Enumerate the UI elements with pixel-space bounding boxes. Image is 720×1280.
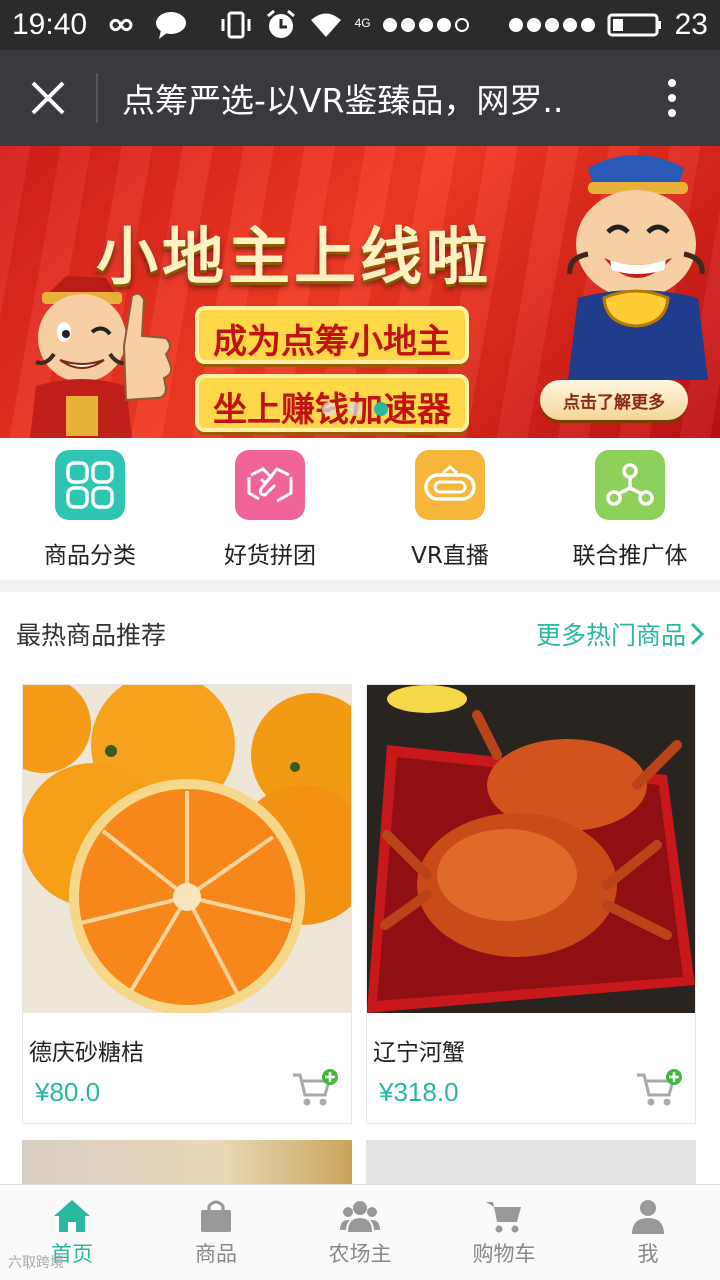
network-type: 4G: [354, 16, 371, 30]
product-price: ¥318.0: [379, 1077, 459, 1107]
add-cart-icon: [293, 1069, 338, 1106]
banner-subtitle-1: 成为点筹小地主: [195, 306, 469, 364]
banner-headline: 小地主上线啦: [96, 220, 493, 293]
chevron-right-icon: [690, 622, 704, 646]
shopping-bag-icon: [201, 1200, 231, 1232]
handshake-icon: [235, 450, 305, 520]
cart-icon: [486, 1201, 521, 1232]
add-cart-icon: [637, 1069, 682, 1106]
signal-strength-sim2: [508, 18, 595, 32]
product-card[interactable]: 辽宁河蟹 ¥318.0: [366, 684, 696, 1124]
pager-dot[interactable]: [348, 402, 362, 416]
signal-strength-sim1: [382, 18, 469, 32]
battery-icon: [607, 13, 661, 37]
wifi-icon: [310, 13, 341, 37]
nav-group-buy[interactable]: 好货拼团: [180, 438, 360, 580]
tab-products-label: 商品: [195, 1241, 237, 1266]
nav-vr-live[interactable]: VR直播: [360, 438, 540, 580]
product-card[interactable]: 德庆砂糖桔 ¥80.0: [22, 684, 352, 1124]
more-options-button[interactable]: [624, 50, 720, 146]
section-title: 最热商品推荐: [16, 621, 167, 650]
close-button[interactable]: [0, 50, 96, 146]
more-hot-products-link[interactable]: 更多热门商品: [536, 616, 704, 652]
learn-more-button[interactable]: 点击了解更多: [540, 380, 688, 420]
product-image-oranges: [23, 685, 351, 1013]
group-icon: [340, 1200, 380, 1232]
add-to-cart-button[interactable]: [635, 1069, 683, 1113]
more-link-label: 更多热门商品: [535, 621, 686, 650]
landlord-thumbs-up-illustration: [30, 276, 173, 438]
product-price: ¥80.0: [35, 1077, 101, 1107]
share-network-icon: [595, 450, 665, 520]
tab-farmer[interactable]: 农场主: [288, 1185, 432, 1280]
browser-titlebar: 点筹严选-以VR鉴臻品，网罗..: [0, 50, 720, 146]
clock: 19:40: [12, 8, 88, 41]
nav-category-label: 商品分类: [44, 543, 136, 569]
nav-promotion[interactable]: 联合推广体: [540, 438, 720, 580]
battery-level: 23: [674, 8, 708, 41]
vr-headset-icon: [415, 450, 485, 520]
infinity-icon: [109, 18, 133, 32]
tab-farmer-label: 农场主: [328, 1241, 392, 1266]
carousel-pager: [322, 402, 388, 416]
quick-nav: 商品分类 好货拼团 VR直播 联合推广体: [0, 438, 720, 580]
nav-vr-live-label: VR直播: [411, 543, 489, 569]
tab-me-label: 我: [637, 1241, 659, 1266]
page-title: 点筹严选-以VR鉴臻品，网罗..: [122, 81, 564, 120]
tab-cart[interactable]: 购物车: [432, 1185, 576, 1280]
chat-bubble-icon: [156, 12, 187, 39]
tab-cart-label: 购物车: [472, 1241, 536, 1266]
promo-banner[interactable]: 小地主上线啦 成为点筹小地主 坐上赚钱加速器 点击了解更多: [0, 146, 720, 438]
bottom-tab-bar: 首页 商品 农场主 购物车 我: [0, 1184, 720, 1280]
product-image-crabs: [367, 685, 695, 1013]
status-bar: 19:40 4G 23: [0, 0, 720, 50]
nav-group-buy-label: 好货拼团: [224, 543, 316, 569]
landlord-gold-ingot-illustration: [567, 155, 708, 380]
grid-icon: [55, 450, 125, 520]
nav-promotion-label: 联合推广体: [572, 543, 688, 569]
home-icon: [54, 1199, 90, 1232]
pager-dot-active[interactable]: [374, 402, 388, 416]
tab-me[interactable]: 我: [576, 1185, 720, 1280]
product-name: 德庆砂糖桔: [29, 1040, 144, 1066]
hot-products-section: 最热商品推荐 更多热门商品 德庆砂糖桔 ¥80.0 辽宁河蟹 ¥318.0: [0, 592, 720, 1184]
close-icon: [31, 81, 65, 115]
tab-products[interactable]: 商品: [144, 1185, 288, 1280]
add-to-cart-button[interactable]: [291, 1069, 339, 1113]
nav-category[interactable]: 商品分类: [0, 438, 180, 580]
alarm-icon: [266, 9, 295, 38]
section-header: 最热商品推荐 更多热门商品: [0, 592, 720, 676]
more-vertical-icon: [668, 79, 676, 117]
product-name: 辽宁河蟹: [373, 1040, 465, 1066]
watermark: 六取跨境: [8, 1255, 64, 1271]
vibrate-icon: [221, 11, 251, 39]
pager-dot[interactable]: [322, 402, 336, 416]
user-icon: [632, 1199, 664, 1234]
